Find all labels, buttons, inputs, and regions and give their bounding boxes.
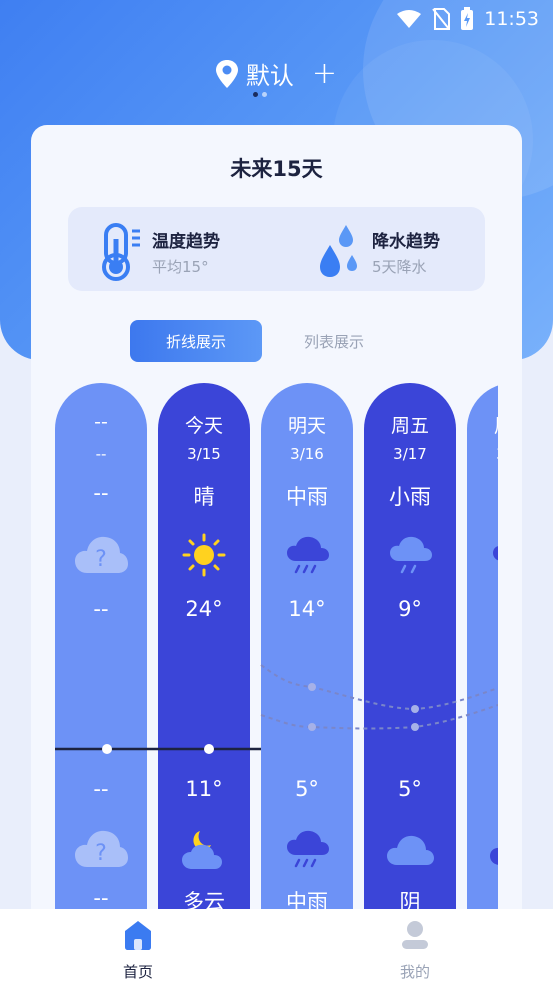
day-weather-label: 晴 (193, 485, 215, 509)
low-temp: 5° (295, 777, 319, 801)
precipitation-trend-sub: 5天降水 (372, 258, 427, 276)
trend-panel: 温度趋势 平均15° 降水趋势 5天降水 (68, 207, 485, 291)
precipitation-trend-button[interactable]: 降水趋势 5天降水 (316, 223, 440, 281)
forecast-day-column[interactable]: 今天 3/15 晴 24° 11° 多云 (158, 383, 250, 925)
add-location-button[interactable]: + (312, 58, 337, 89)
day-weather-label: -- (93, 481, 109, 505)
day-label: 今天 (184, 415, 223, 437)
moderate-rain-icon (287, 830, 329, 868)
high-temp: 24° (185, 597, 223, 621)
overcast-cloud-icon (387, 835, 434, 865)
high-temp: -- (93, 597, 109, 621)
low-temp: 11° (185, 777, 223, 801)
low-temp: -- (93, 777, 109, 801)
day-label: 周五 (390, 415, 429, 437)
forecast-day-column[interactable]: -- -- -- ? -- -- ? -- (55, 383, 147, 925)
status-time: 11:53 (484, 8, 539, 30)
temperature-trend-button[interactable]: 温度趋势 平均15° (98, 223, 220, 281)
svg-text:?: ? (95, 547, 107, 572)
date-label: 3/18 (467, 445, 498, 463)
status-bar: 11:53 (396, 6, 539, 32)
high-temp: 9° (398, 597, 422, 621)
date-label: -- (95, 445, 107, 463)
bottom-nav: 首页 我的 (0, 909, 553, 983)
day-label: 明天 (287, 415, 326, 437)
page-dot-active (253, 92, 258, 97)
nav-home-label: 首页 (122, 963, 153, 981)
day-weather-label: 小雨 (389, 485, 431, 509)
raindrops-icon (320, 225, 357, 277)
battery-charging-icon (461, 7, 474, 30)
rain-icon (493, 546, 498, 561)
user-icon (402, 921, 428, 949)
location-name[interactable]: 默认 (246, 56, 294, 91)
day-label: 周六 (467, 411, 498, 438)
card-title: 未来15天 (230, 157, 323, 181)
no-sim-icon (432, 8, 451, 30)
temperature-trend-label: 温度趋势 (152, 232, 220, 252)
night-weather-label: -- (93, 886, 109, 910)
page-dot (262, 92, 267, 97)
date-label: 3/15 (187, 445, 221, 463)
nav-mine[interactable]: 我的 (375, 919, 455, 982)
thermometer-icon (102, 223, 140, 281)
date-label: 3/16 (290, 445, 324, 463)
high-temp: 14° (288, 597, 326, 621)
light-rain-icon (390, 536, 432, 574)
nav-home[interactable]: 首页 (98, 919, 178, 982)
unknown-cloud-icon: ? (75, 536, 128, 573)
sun-icon (182, 533, 226, 577)
moon-cloud-icon (182, 831, 222, 869)
unknown-cloud-icon: ? (75, 830, 128, 867)
view-tabs: 折线展示 列表展示 (130, 320, 400, 362)
forecast-day-column[interactable]: 明天 3/16 中雨 14° 5° 中雨 (261, 383, 353, 925)
temperature-trend-sub: 平均15° (152, 258, 209, 276)
forecast-card: 未来15天 温度趋势 平均15° 降水趋势 5天降水 折线展示 列表展示 -- … (31, 125, 522, 925)
cloud-icon (490, 847, 498, 865)
day-label: -- (94, 411, 108, 433)
svg-text:?: ? (95, 841, 107, 866)
location-bar: 默认 + (0, 56, 553, 91)
wifi-icon (397, 10, 422, 28)
location-pin-icon (215, 59, 238, 88)
home-icon (125, 921, 151, 950)
page-indicator (253, 92, 267, 97)
precipitation-trend-label: 降水趋势 (372, 232, 440, 252)
tab-list-view[interactable]: 列表展示 (268, 320, 400, 362)
forecast-day-column[interactable]: 周五 3/17 小雨 9° 5° 阴 (364, 383, 456, 925)
moderate-rain-icon (287, 536, 329, 574)
forecast-day-column[interactable]: 周六 3/18 (467, 383, 498, 925)
tab-line-view[interactable]: 折线展示 (130, 320, 262, 362)
day-weather-label: 中雨 (286, 485, 328, 509)
nav-mine-label: 我的 (399, 963, 430, 981)
low-temp: 5° (398, 777, 422, 801)
forecast-strip[interactable]: -- -- -- ? -- -- ? -- 今天 3/15 晴 24° 11° … (55, 383, 498, 925)
date-label: 3/17 (393, 445, 427, 463)
